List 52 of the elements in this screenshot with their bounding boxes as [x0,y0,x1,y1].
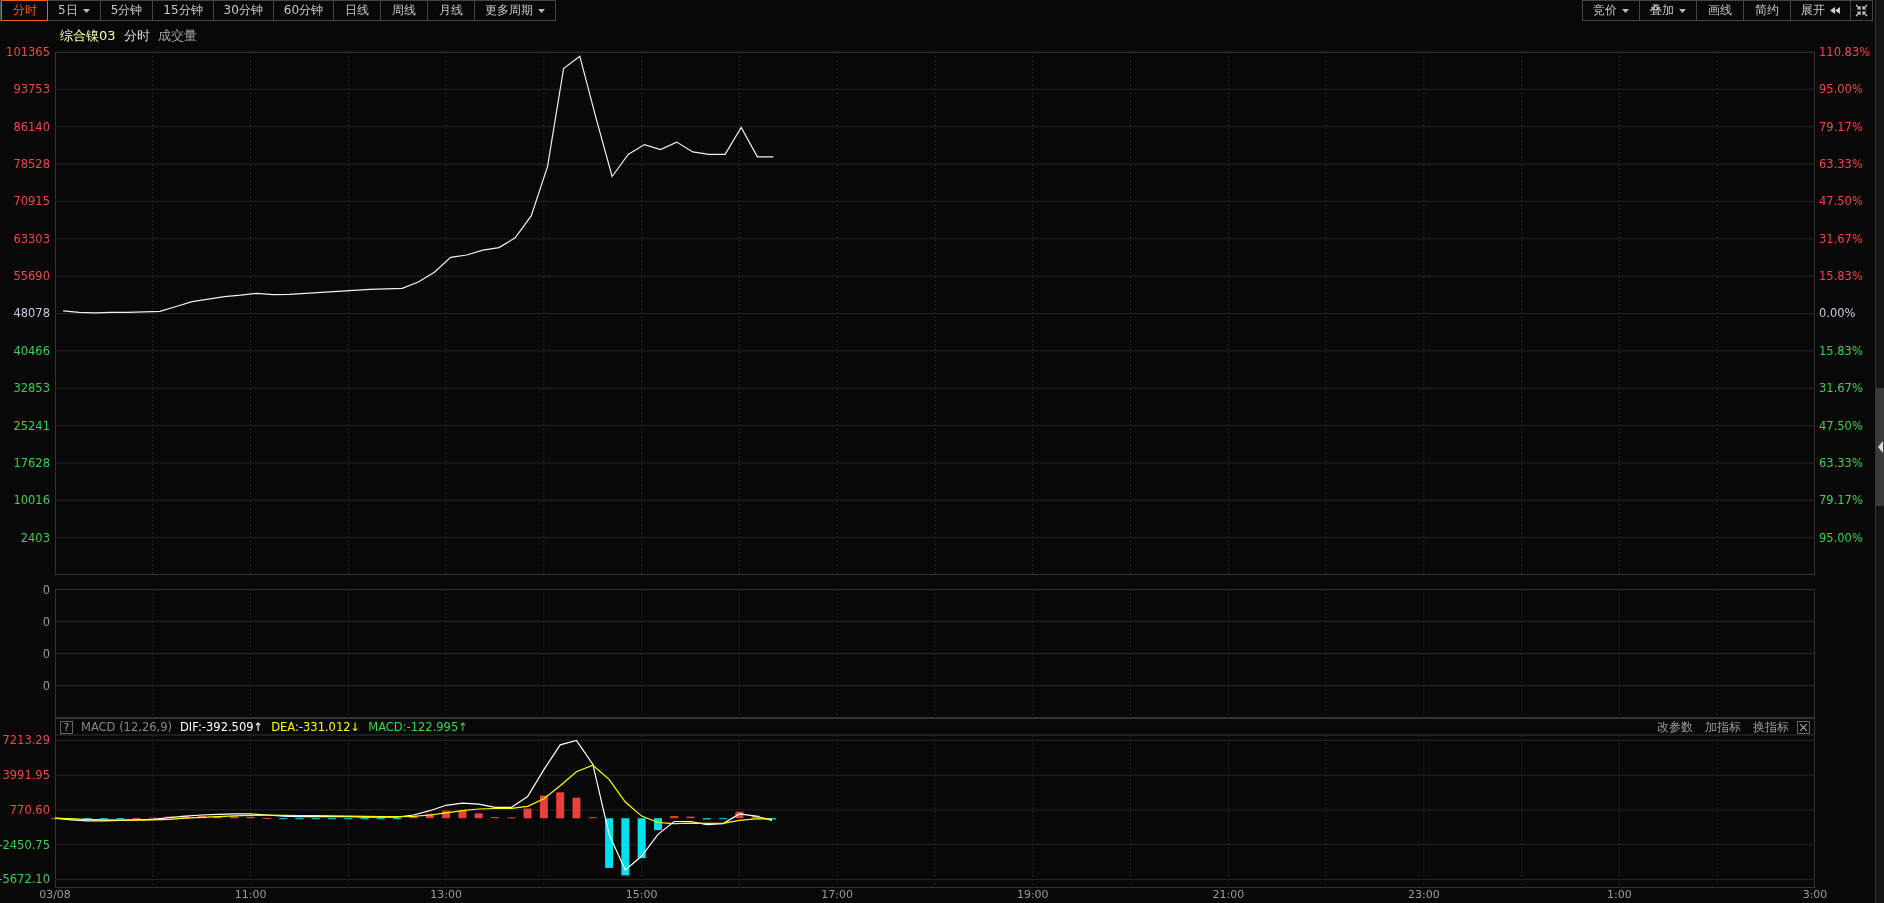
price-axis-label: 70915 [13,194,50,209]
legend-label: 成交量 [157,27,197,45]
date-label: 03/08 [39,888,71,902]
time-axis-label: 11:00 [234,888,267,902]
macd-axis-label: 3991.95 [2,768,50,783]
percent-axis-label: 47.50% [1819,418,1863,433]
price-axis-label: 32853 [13,381,50,396]
time-axis-label: 21:00 [1212,888,1245,902]
percent-axis-label: 79.17% [1819,493,1863,508]
percent-axis-label: 31.67% [1819,231,1863,246]
price-axis-label: 93753 [13,82,50,97]
percent-axis-label: 95.00% [1819,82,1863,97]
time-axis-label: 1:00 [1607,888,1632,902]
time-axis-label: 23:00 [1408,888,1440,902]
price-axis-label: 2403 [20,530,50,545]
time-axis-label: 17:00 [821,888,854,902]
percent-axis-label: 15.83% [1819,343,1863,358]
time-axis-label: 15:00 [625,888,658,902]
volume-axis-label: 0 [42,647,50,661]
time-axis-label: 3:00 [1802,888,1828,902]
price-axis-label: 86140 [13,119,50,134]
price-axis-label: 101365 [6,45,50,59]
volume-axis-label: 0 [42,583,50,597]
price-axis-label: 55690 [13,269,50,284]
price-axis-label: 10016 [13,493,50,508]
indicator-reading: DIF:-392.509↑ [180,720,264,734]
percent-axis-label: 110.83% [1819,45,1871,59]
price-axis-label: 63303 [13,231,50,246]
macd-axis-label: 7213.29 [2,733,50,748]
indicator-reading: MACD:-122.995↑ [368,720,468,734]
price-axis-label: 17628 [13,455,50,470]
macd-axis-label: 770.60 [9,802,50,817]
percent-axis-label: 15.83% [1819,269,1863,284]
legend-label: 分时 [123,27,150,45]
percent-axis-label: 0.00% [1819,306,1856,321]
price-axis-label: 78528 [13,157,50,172]
legend-label: 综合镍03 [60,27,116,45]
price-axis-label: 40466 [13,343,50,358]
percent-axis-label: 63.33% [1819,455,1863,470]
indicator-title: MACD (12,26,9) [81,720,172,734]
price-axis-label: 25241 [13,418,50,433]
price-axis-label: 48078 [13,306,50,321]
time-axis-label: 19:00 [1016,888,1049,902]
percent-axis-label: 63.33% [1819,157,1863,172]
time-axis-label: 13:00 [430,888,462,902]
volume-axis-label: 0 [42,679,50,693]
volume-axis-label: 0 [42,615,50,629]
percent-axis-label: 95.00% [1819,530,1863,545]
percent-axis-label: 31.67% [1819,381,1863,396]
percent-axis-label: 79.17% [1819,119,1863,134]
indicator-reading: DEA:-331.012↓ [271,720,361,734]
percent-axis-label: 47.50% [1819,194,1863,209]
